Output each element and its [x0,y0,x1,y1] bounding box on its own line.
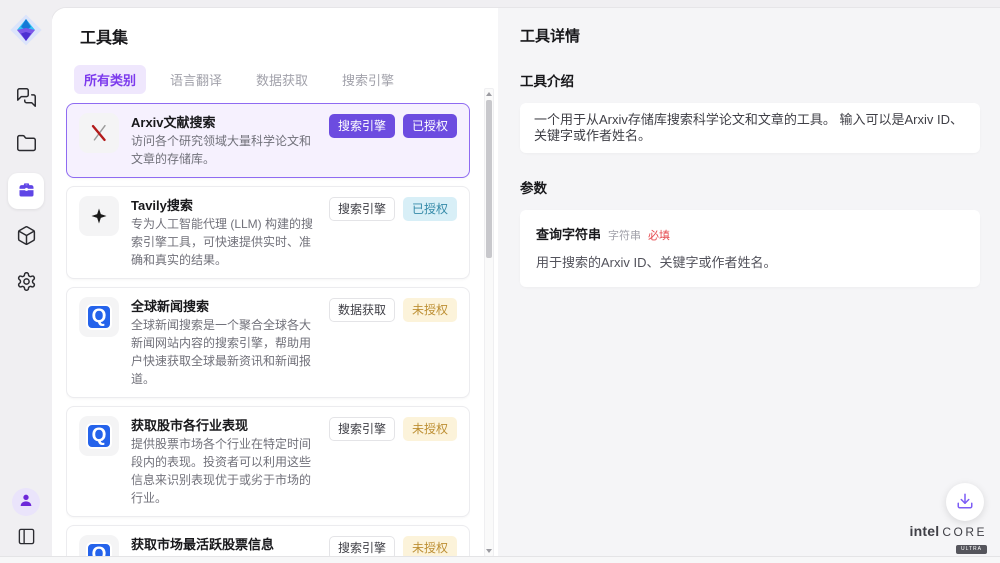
arxiv-icon [79,113,119,153]
tool-card[interactable]: Q 全球新闻搜索 全球新闻搜索是一个聚合全球各大新闻网站内容的搜索引擎，帮助用户… [66,287,470,398]
tool-card[interactable]: Tavily搜索 专为人工智能代理 (LLM) 构建的搜索引擎工具，可快速提供实… [66,186,470,279]
tool-card[interactable]: Arxiv文献搜索 访问各个研究领域大量科学论文和文章的存储库。 搜索引擎 已授… [66,103,470,178]
sidebar-item-files[interactable] [8,127,44,163]
chat-icon [16,87,37,111]
settings-icon [16,271,37,295]
tool-name: 全球新闻搜索 [131,297,317,316]
tool-description: 提供股票市场各个行业在特定时间段内的表现。投资者可以利用这些信息来识别表现优于或… [131,435,317,507]
intro-card: 一个用于从Arxiv存储库搜索科学论文和文章的工具。 输入可以是Arxiv ID… [520,103,980,153]
detail-title: 工具详情 [520,25,980,46]
param-description: 用于搜索的Arxiv ID、关键字或作者姓名。 [536,252,964,271]
params-heading: 参数 [520,177,980,197]
category-badge: 搜索引擎 [329,114,395,138]
tool-body: 全球新闻搜索 全球新闻搜索是一个聚合全球各大新闻网站内容的搜索引擎，帮助用户快速… [131,297,317,388]
app-shell: 工具集 所有类别 语言翻译 数据获取 搜索引擎 Arxiv文献搜索 访问各个研究… [52,8,1000,563]
scrollbar-thumb[interactable] [486,100,492,258]
category-badge: 搜索引擎 [329,197,395,221]
category-tabs: 所有类别 语言翻译 数据获取 搜索引擎 [74,65,498,94]
tool-description: 访问各个研究领域大量科学论文和文章的存储库。 [131,132,317,168]
ultra-badge: ULTRA [956,545,987,554]
tool-badges: 搜索引擎 未授权 [329,416,457,507]
sidebar-bottom [12,488,40,551]
tool-card[interactable]: Q 获取股市各行业表现 提供股票市场各个行业在特定时间段内的表现。投资者可以利用… [66,406,470,517]
download-icon [956,492,974,513]
tool-badges: 数据获取 未授权 [329,297,457,388]
user-avatar[interactable] [12,488,40,516]
tool-list: Arxiv文献搜索 访问各个研究领域大量科学论文和文章的存储库。 搜索引擎 已授… [66,103,470,563]
sidebar-item-tools[interactable] [8,173,44,209]
folder-icon [16,133,37,157]
tool-badges: 搜索引擎 已授权 [329,196,457,269]
tool-badges: 搜索引擎 已授权 [329,113,457,168]
intro-heading: 工具介绍 [520,70,980,90]
panel-toggle-button[interactable] [13,525,39,551]
scrollbar-down-arrow-icon[interactable] [485,546,493,556]
tool-body: 获取股市各行业表现 提供股票市场各个行业在特定时间段内的表现。投资者可以利用这些… [131,416,317,507]
page-title: 工具集 [80,24,498,48]
param-card: 查询字符串 字符串 必填 用于搜索的Arxiv ID、关键字或作者姓名。 [520,210,980,287]
tool-description: 专为人工智能代理 (LLM) 构建的搜索引擎工具，可快速提供实时、准确和真实的结… [131,215,317,269]
download-button[interactable] [946,483,984,521]
param-name: 查询字符串 [536,224,601,243]
scrollbar-up-arrow-icon[interactable] [485,89,493,99]
tab-search-engine[interactable]: 搜索引擎 [332,65,404,94]
sidebar-item-settings[interactable] [8,265,44,301]
category-badge: 搜索引擎 [329,417,395,441]
scrollbar[interactable] [484,88,494,557]
tab-language-translation[interactable]: 语言翻译 [160,65,232,94]
package-icon [16,225,37,249]
q-search-icon: Q [86,304,112,330]
tool-body: Arxiv文献搜索 访问各个研究领域大量科学论文和文章的存储库。 [131,113,317,168]
tool-name: 获取市场最活跃股票信息 [131,535,317,554]
app-logo-icon [7,11,45,49]
panel-toggle-icon [17,527,36,549]
tool-body: Tavily搜索 专为人工智能代理 (LLM) 构建的搜索引擎工具，可快速提供实… [131,196,317,269]
param-required-badge: 必填 [648,227,670,243]
tool-description: 全球新闻搜索是一个聚合全球各大新闻网站内容的搜索引擎，帮助用户快速获取全球最新资… [131,316,317,388]
auth-status-badge: 未授权 [403,417,457,441]
toolbox-icon [16,179,37,203]
core-wordmark: CORE [942,526,987,538]
tab-data-acquisition[interactable]: 数据获取 [246,65,318,94]
tool-list-panel: 工具集 所有类别 语言翻译 数据获取 搜索引擎 Arxiv文献搜索 访问各个研究… [52,8,498,563]
auth-status-badge: 未授权 [403,298,457,322]
sidebar-item-chat[interactable] [8,81,44,117]
auth-status-badge: 已授权 [403,114,457,138]
tool-name: Tavily搜索 [131,196,317,215]
sidebar-nav [8,81,44,301]
param-head: 查询字符串 字符串 必填 [536,224,964,243]
tool-name: 获取股市各行业表现 [131,416,317,435]
user-avatar-icon [18,492,34,513]
tool-detail-panel: 工具详情 工具介绍 一个用于从Arxiv存储库搜索科学论文和文章的工具。 输入可… [498,8,1000,563]
auth-status-badge: 已授权 [403,197,457,221]
intel-core-logo: intel CORE ULTRA [910,524,987,554]
q-search-icon: Q [79,297,119,337]
tavily-star-icon [79,196,119,236]
tab-all-categories[interactable]: 所有类别 [74,65,146,94]
q-search-icon: Q [86,423,112,449]
param-type: 字符串 [608,227,641,243]
q-search-icon: Q [79,416,119,456]
sidebar-item-packages[interactable] [8,219,44,255]
sidebar [0,0,52,563]
intel-wordmark: intel [910,524,940,538]
tool-name: Arxiv文献搜索 [131,113,317,132]
window-bottom-edge [0,556,1000,563]
intro-text: 一个用于从Arxiv存储库搜索科学论文和文章的工具。 输入可以是Arxiv ID… [534,112,963,143]
category-badge: 数据获取 [329,298,395,322]
